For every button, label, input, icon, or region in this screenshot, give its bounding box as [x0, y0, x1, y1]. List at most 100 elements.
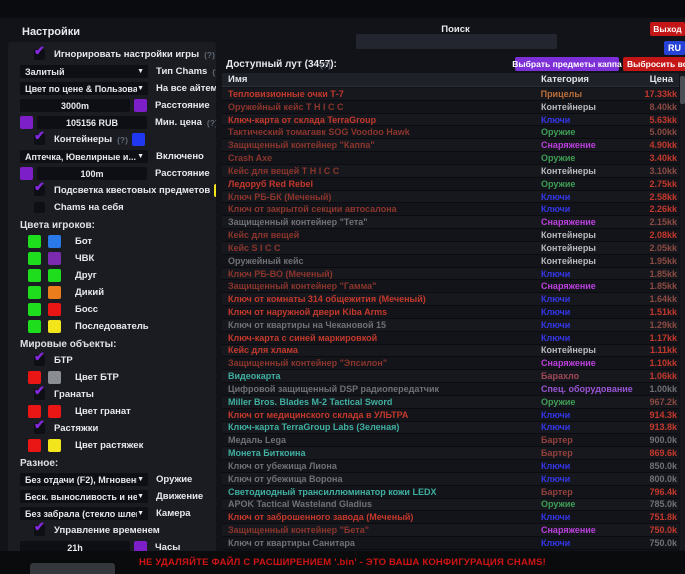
tripwires-checkbox[interactable]: ✔ — [34, 423, 45, 434]
player-color-swatch-2[interactable] — [48, 303, 61, 316]
item-category: Спец. оборудование — [541, 384, 645, 394]
loot-table-row[interactable]: Ключ от убежища Ворона Ключи 800.0k — [222, 473, 679, 486]
loot-table-row[interactable]: Защищенный контейнер "Эпсилон" Снаряжени… — [222, 357, 679, 370]
chams-type-dropdown[interactable]: Залитый ▼ — [20, 65, 148, 78]
loot-table-row[interactable]: Ключ-карта от склада TerraGroup Ключи 5.… — [222, 114, 679, 127]
loot-table-row[interactable]: Светодиодный трансиллюминатор кожи LEDX … — [222, 486, 679, 499]
distance-input[interactable]: 3000m — [20, 99, 130, 112]
movement-dropdown[interactable]: Беск. выносливость и нет уста ▼ — [20, 490, 148, 503]
loot-table-row[interactable]: Ключ РБ-БК (Меченый) Ключи 2.58kk — [222, 191, 679, 204]
min-price-input[interactable]: 105156 RUB — [37, 116, 147, 129]
loot-table-row[interactable]: Кейс для вещей Контейнеры 2.08kk — [222, 229, 679, 242]
grenades-checkbox[interactable]: ✔ — [34, 389, 45, 400]
player-color-swatch-1[interactable] — [28, 252, 41, 265]
containers-color-swatch[interactable] — [132, 133, 145, 146]
table-scrollbar[interactable] — [680, 73, 685, 550]
player-color-swatch-1[interactable] — [28, 235, 41, 248]
loot-table-row[interactable]: Видеокарта Барахло 1.06kk — [222, 370, 679, 383]
loot-table-row[interactable]: Ключ-карта с синей маркировкой Ключи 1.1… — [222, 332, 679, 345]
exit-button[interactable]: Выход — [650, 22, 685, 36]
player-color-swatch-1[interactable] — [28, 320, 41, 333]
partial-window[interactable] — [30, 563, 115, 574]
loot-table-row[interactable]: Защищенный контейнер "Каппа" Снаряжение … — [222, 139, 679, 152]
player-color-swatch-1[interactable] — [28, 303, 41, 316]
loot-table-row[interactable]: Ключ от убежища Лиона Ключи 850.0k — [222, 460, 679, 473]
item-name: Ключ от комнаты 314 общежития (Меченый) — [222, 294, 541, 304]
ignore-game-settings-checkbox[interactable]: ✔ — [34, 49, 45, 60]
weapon-value: Без отдачи (F2), Мгновенное п — [20, 475, 137, 485]
containers-mode-dropdown[interactable]: Аптечка, Ювелирные и... ▼ — [20, 150, 148, 163]
player-colors-title: Цвета игроков: — [20, 220, 216, 231]
select-kappa-items-button[interactable]: Выбрать предметы каппа — [515, 57, 619, 71]
scrollbar-thumb[interactable] — [680, 76, 685, 104]
tripwires-color-swatch-1[interactable] — [28, 439, 41, 452]
check-icon: ✔ — [34, 350, 45, 363]
loot-table-row[interactable]: Miller Bros. Blades M-2 Tactical Sword О… — [222, 396, 679, 409]
loot-table-row[interactable]: Ледоруб Red Rebel Оружие 2.75kk — [222, 178, 679, 191]
loot-table-row[interactable]: Crash Axe Оружие 3.40kk — [222, 152, 679, 165]
player-color-swatch-1[interactable] — [28, 269, 41, 282]
player-color-row: Друг — [28, 269, 216, 282]
movement-label: Движение — [156, 491, 203, 502]
loot-table-row[interactable]: Цифровой защищенный DSP радиопередатчик … — [222, 383, 679, 396]
loot-table-row[interactable]: Кейс S I C C Контейнеры 2.05kk — [222, 242, 679, 255]
loot-table-row[interactable]: Ключ от квартиры Санитара Ключи 750.0k — [222, 537, 679, 550]
player-color-swatch-2[interactable] — [48, 286, 61, 299]
loot-table-row[interactable]: Ключ-карта TerraGroup Labs (Зеленая) Клю… — [222, 422, 679, 435]
loot-table-row[interactable]: Ключ от наружной двери Kiba Arms Ключи 1… — [222, 306, 679, 319]
item-price: 5.00kk — [645, 127, 679, 137]
loot-table-row[interactable]: APOK Tactical Wasteland Gladius Оружие 7… — [222, 499, 679, 512]
min-price-color-swatch[interactable] — [20, 116, 33, 129]
loot-table-row[interactable]: Кейс для хлама Контейнеры 1.11kk — [222, 345, 679, 358]
loot-table-row[interactable]: Оружейный кейс Контейнеры 1.95kk — [222, 255, 679, 268]
item-name: Ключ РБ-БК (Меченый) — [222, 192, 541, 202]
containers-distance-color-swatch[interactable] — [20, 167, 33, 180]
camera-label: Камера — [156, 508, 191, 519]
loot-table-row[interactable]: Тепловизионные очки Т-7 Прицелы 17.33kk — [222, 88, 679, 101]
player-color-swatch-2[interactable] — [48, 252, 61, 265]
player-color-swatch-2[interactable] — [48, 269, 61, 282]
loot-table-row[interactable]: Тактический томагавк SOG Voodoo Hawk Ору… — [222, 126, 679, 139]
distance-color-swatch[interactable] — [134, 99, 147, 112]
btr-checkbox[interactable]: ✔ — [34, 355, 45, 366]
quest-highlight-checkbox[interactable]: ✔ — [34, 185, 45, 196]
item-price: 3.40kk — [645, 153, 679, 163]
item-category: Ключи — [541, 320, 645, 330]
item-name: Ключ от заброшенного завода (Меченый) — [222, 512, 541, 522]
chams-self-checkbox[interactable] — [34, 202, 45, 213]
loot-table-row[interactable]: Защищенный контейнер "Тета" Снаряжение 2… — [222, 216, 679, 229]
tripwires-color-label: Цвет растяжек — [75, 440, 143, 451]
item-price: 4.90kk — [645, 140, 679, 150]
search-input[interactable] — [356, 34, 557, 49]
grenades-color-swatch-2[interactable] — [48, 405, 61, 418]
loot-table-row[interactable]: Ключ от заброшенного завода (Меченый) Кл… — [222, 511, 679, 524]
quest-highlight-color-swatch[interactable] — [214, 184, 216, 197]
tripwires-color-swatch-2[interactable] — [48, 439, 61, 452]
chams-self-label: Chams на себя — [54, 202, 124, 213]
loot-table-row[interactable]: Кейс для вещей T H I C C Контейнеры 3.10… — [222, 165, 679, 178]
containers-checkbox[interactable]: ✔ — [34, 134, 45, 145]
loot-table-row[interactable]: Монета Биткоина Бартер 869.6k — [222, 447, 679, 460]
loot-table-row[interactable]: Защищенный контейнер "Гамма" Снаряжение … — [222, 280, 679, 293]
containers-distance-input[interactable]: 100m — [37, 167, 147, 180]
language-button[interactable]: RU — [664, 41, 685, 55]
player-color-swatch-1[interactable] — [28, 286, 41, 299]
item-category: Оружие — [541, 179, 645, 189]
drop-all-button[interactable]: Выбросить все — [623, 57, 685, 71]
loot-table-row[interactable]: Медаль Lega Бартер 900.0k — [222, 434, 679, 447]
loot-table-row[interactable]: Ключ от медицинского склада в УЛЬТРА Клю… — [222, 409, 679, 422]
loot-table-row[interactable]: Оружейный кейс T H I C C Контейнеры 8.40… — [222, 101, 679, 114]
time-control-checkbox[interactable]: ✔ — [34, 525, 45, 536]
btr-color-swatch-2[interactable] — [48, 371, 61, 384]
loot-table-row[interactable]: Ключ от квартиры на Чекановой 15 Ключи 1… — [222, 319, 679, 332]
player-color-swatch-2[interactable] — [48, 320, 61, 333]
player-color-swatch-2[interactable] — [48, 235, 61, 248]
weapon-dropdown[interactable]: Без отдачи (F2), Мгновенное п ▼ — [20, 473, 148, 486]
loot-table-row[interactable]: Ключ от комнаты 314 общежития (Меченый) … — [222, 293, 679, 306]
all-items-dropdown[interactable]: Цвет по цене & Пользователь ▼ — [20, 82, 148, 95]
loot-table-row[interactable]: Защищенный контейнер "Бета" Снаряжение 7… — [222, 524, 679, 537]
containers-distance-value: 100m — [80, 169, 103, 179]
item-category: Оружие — [541, 127, 645, 137]
loot-table-row[interactable]: Ключ РБ-ВО (Меченый) Ключи 1.85kk — [222, 268, 679, 281]
loot-table-row[interactable]: Ключ от закрытой секции автосалона Ключи… — [222, 203, 679, 216]
